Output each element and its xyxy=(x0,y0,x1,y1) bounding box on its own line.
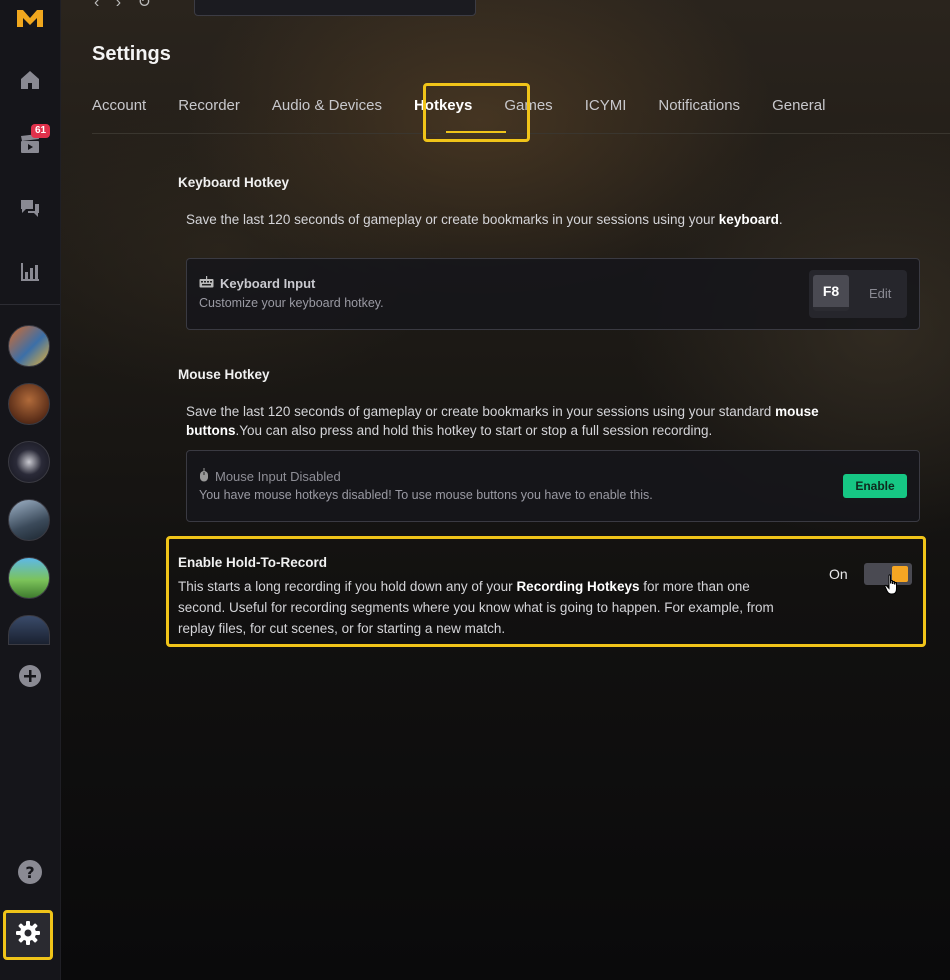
mouse-hotkey-title: Mouse Hotkey xyxy=(178,367,270,382)
chat-icon[interactable] xyxy=(14,192,46,224)
tab-notifications[interactable]: Notifications xyxy=(658,97,740,114)
hold-to-record-desc: This starts a long recording if you hold… xyxy=(178,579,774,636)
mouse-hotkey-desc: Save the last 120 seconds of gameplay or… xyxy=(186,404,819,438)
tab-highlight-box xyxy=(423,83,530,142)
home-icon[interactable] xyxy=(14,64,46,96)
tab-recorder[interactable]: Recorder xyxy=(178,97,240,114)
keyboard-input-title: Keyboard Input xyxy=(199,276,315,291)
hold-to-record-toggle-label: On xyxy=(829,566,848,582)
bar-chart-icon[interactable] xyxy=(14,256,46,288)
keyboard-input-card: Keyboard Input Customize your keyboard h… xyxy=(186,258,920,330)
question-circle-icon[interactable]: ? xyxy=(14,856,46,888)
sidebar-divider xyxy=(0,304,60,305)
game-3-avatar[interactable] xyxy=(8,441,50,483)
game-6-avatar[interactable] xyxy=(8,615,50,645)
sidebar: 61 ? xyxy=(0,0,61,980)
mouse-icon xyxy=(199,468,209,485)
game-5-avatar[interactable] xyxy=(8,557,50,599)
settings-button[interactable] xyxy=(3,910,53,960)
game-4-avatar[interactable] xyxy=(8,499,50,541)
hotkey-keycap[interactable]: F8 xyxy=(813,275,849,311)
enable-mouse-button[interactable]: Enable xyxy=(843,474,907,498)
nav-arrows[interactable]: ‹ › ↻ xyxy=(94,0,157,12)
medal-logo-icon[interactable] xyxy=(14,2,46,34)
game-1-avatar[interactable] xyxy=(8,325,50,367)
hold-to-record-title: Enable Hold-To-Record xyxy=(178,555,328,570)
clips-count-badge: 61 xyxy=(31,124,51,138)
game-2-avatar[interactable] xyxy=(8,383,50,425)
keyboard-icon xyxy=(199,276,214,291)
tab-audio-devices[interactable]: Audio & Devices xyxy=(272,97,382,114)
search-input[interactable] xyxy=(194,0,476,16)
plus-circle-icon[interactable] xyxy=(14,660,46,692)
keyboard-input-subtitle: Customize your keyboard hotkey. xyxy=(199,296,384,310)
tab-account[interactable]: Account xyxy=(92,97,146,114)
page-title: Settings xyxy=(92,43,171,65)
mouse-input-subtitle: You have mouse hotkeys disabled! To use … xyxy=(199,488,653,502)
keyboard-hotkey-desc: Save the last 120 seconds of gameplay or… xyxy=(186,212,783,227)
edit-hotkey-button[interactable]: Edit xyxy=(869,286,891,301)
mouse-input-title: Mouse Input Disabled xyxy=(199,468,341,485)
tab-general[interactable]: General xyxy=(772,97,825,114)
hand-cursor-icon xyxy=(884,574,900,601)
mouse-input-card: Mouse Input Disabled You have mouse hotk… xyxy=(186,450,920,522)
keyboard-hotkey-title: Keyboard Hotkey xyxy=(178,175,290,190)
hotkey-control: F8 Edit xyxy=(809,270,907,318)
gear-icon xyxy=(15,920,41,951)
svg-text:?: ? xyxy=(25,863,34,882)
tab-icymi[interactable]: ICYMI xyxy=(585,97,627,114)
